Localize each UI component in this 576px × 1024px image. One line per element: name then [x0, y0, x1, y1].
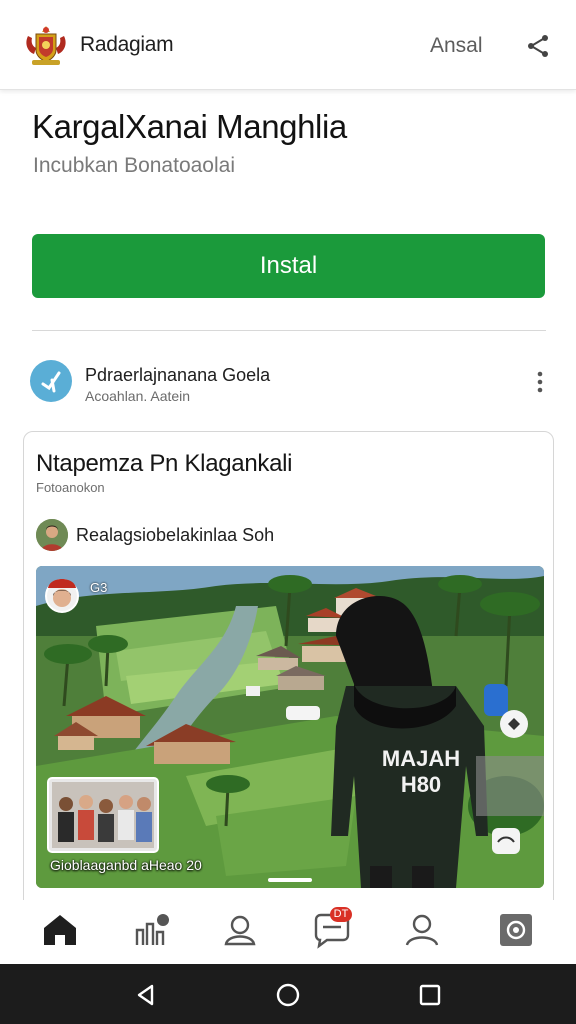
profile-icon[interactable] — [218, 908, 262, 952]
post-card[interactable]: Ntapemza Pn Klagankali Fotoanokon Realag… — [23, 431, 554, 921]
shirt-print-line1: MAJAH — [381, 746, 461, 771]
back-icon[interactable] — [133, 982, 159, 1008]
avatar[interactable] — [36, 519, 68, 551]
home-circle-icon[interactable] — [275, 982, 301, 1008]
post-author-name[interactable]: Realagsiobelakinlaa Soh — [76, 525, 274, 546]
section-divider — [32, 330, 546, 331]
coat-of-arms-icon[interactable] — [22, 22, 70, 68]
user-icon[interactable] — [400, 908, 444, 952]
top-app-bar: Radagiam Ansal — [0, 0, 576, 90]
settings-icon[interactable] — [494, 908, 538, 952]
chart-icon[interactable] — [130, 908, 174, 952]
install-button[interactable]: Instal — [32, 234, 545, 298]
shirt-print: MAJAH H80 — [376, 746, 466, 798]
post-photo[interactable]: G3 MAJAH H80 Gioblaaganbd aHeao 20 — [36, 566, 544, 888]
bottom-navigation: DT — [0, 900, 576, 964]
post-title: Ntapemza Pn Klagankali — [36, 450, 293, 477]
app-brand-name: Radagiam — [80, 33, 174, 56]
home-icon[interactable] — [38, 908, 82, 952]
photo-tag: G3 — [90, 580, 108, 595]
developer-logo-icon — [30, 360, 72, 402]
share-icon[interactable] — [524, 32, 552, 60]
photo-caption: Gioblaaganbd aHeao 20 — [50, 857, 202, 873]
system-navigation-bar — [0, 964, 576, 1024]
developer-row[interactable]: Pdraerlajnanana Goela Acoahlan. Aatein — [30, 358, 550, 408]
app-subtitle: Incubkan Bonatoaolai — [33, 154, 235, 177]
developer-name: Pdraerlajnanana Goela — [85, 365, 271, 385]
recents-icon[interactable] — [417, 982, 443, 1008]
notification-badge: DT — [330, 907, 352, 922]
more-vertical-icon[interactable] — [530, 368, 550, 398]
app-title: KargalXanai Manghlia — [32, 108, 347, 145]
developer-subtitle: Acoahlan. Aatein — [85, 388, 191, 404]
header-action-link[interactable]: Ansal — [430, 34, 483, 58]
chat-icon[interactable]: DT — [310, 907, 354, 952]
post-subtitle: Fotoanokon — [36, 480, 105, 495]
shirt-print-line2: H80 — [400, 772, 442, 797]
